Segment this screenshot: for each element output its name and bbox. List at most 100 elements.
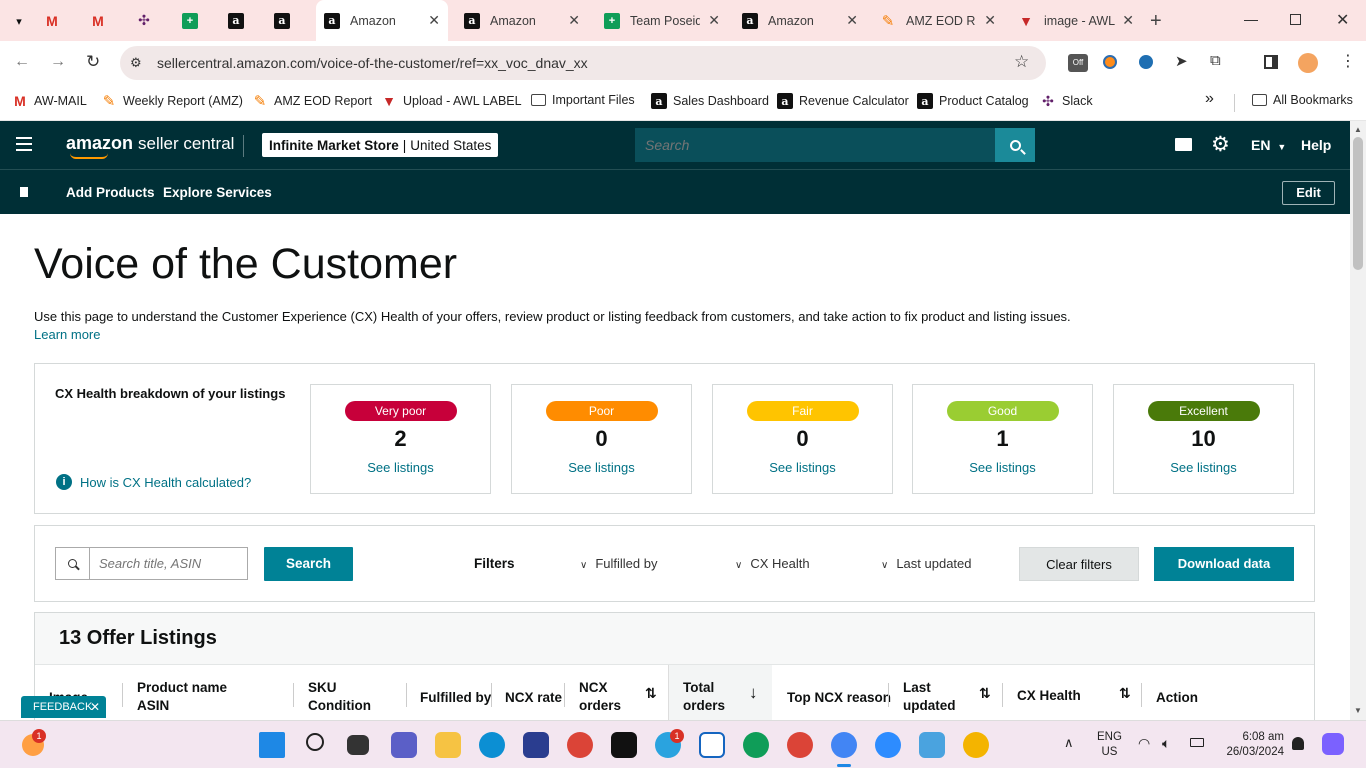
input-language[interactable]: ENG US bbox=[1097, 730, 1122, 760]
close-tab-icon[interactable]: ✕ bbox=[846, 12, 858, 29]
edit-nav-button[interactable]: Edit bbox=[1282, 181, 1335, 205]
extensions-puzzle-icon[interactable]: ⧉ bbox=[1210, 52, 1221, 69]
extension-arrow-icon[interactable]: ➤ bbox=[1175, 52, 1188, 70]
minimize-icon[interactable] bbox=[1244, 20, 1258, 21]
filter-cx-health[interactable]: ∨ CX Health bbox=[735, 556, 810, 571]
close-tab-icon[interactable]: ✕ bbox=[1122, 12, 1134, 29]
profile-avatar[interactable] bbox=[1298, 53, 1318, 73]
wifi-icon[interactable]: ◠ bbox=[1138, 735, 1150, 752]
tab-amazon-1[interactable]: a bbox=[228, 0, 264, 41]
feedback-button[interactable]: FEEDBACK ✕ bbox=[21, 696, 106, 718]
battery-icon[interactable] bbox=[1190, 738, 1204, 747]
close-icon[interactable]: ✕ bbox=[90, 696, 100, 718]
omnibox[interactable]: ⚙ sellercentral.amazon.com/voice-of-the-… bbox=[120, 46, 1046, 80]
tab-search-chevron-icon[interactable]: ▾ bbox=[8, 10, 30, 32]
store-switcher[interactable]: Infinite Market Store | United States bbox=[262, 133, 499, 157]
page-scrollbar[interactable]: ▲ ▼ bbox=[1350, 121, 1366, 720]
listing-search-button[interactable]: Search bbox=[264, 547, 353, 581]
volume-icon[interactable]: 🔈︎ bbox=[1162, 735, 1170, 752]
close-tab-icon[interactable]: ✕ bbox=[708, 12, 720, 29]
cx-card-fair[interactable]: Fair 0 See listings bbox=[712, 384, 893, 494]
extension-compass-icon[interactable] bbox=[1139, 55, 1153, 69]
download-data-button[interactable]: Download data bbox=[1154, 547, 1294, 581]
seller-central-logo[interactable]: amazon seller central bbox=[66, 133, 234, 159]
tab-amazon-4[interactable]: a Amazon ✕ bbox=[734, 0, 866, 41]
filter-fulfilled-by[interactable]: ∨ Fulfilled by bbox=[580, 556, 657, 571]
tab-amz-eod[interactable]: ✎ AMZ EOD Re ✕ bbox=[872, 0, 1004, 41]
listing-search-input[interactable] bbox=[91, 548, 246, 579]
listing-search-box[interactable] bbox=[55, 547, 248, 580]
cx-card-very-poor[interactable]: Very poor 2 See listings bbox=[310, 384, 491, 494]
tab-sheets[interactable]: + bbox=[182, 0, 218, 41]
app-v-icon[interactable] bbox=[611, 732, 637, 758]
cx-card-good[interactable]: Good 1 See listings bbox=[912, 384, 1093, 494]
chrome-icon[interactable] bbox=[567, 732, 593, 758]
col-cx-health[interactable]: CX Health bbox=[1017, 687, 1081, 705]
reload-icon[interactable]: ↻ bbox=[86, 52, 100, 72]
forward-icon[interactable]: → bbox=[50, 53, 66, 71]
tab-amazon-active[interactable]: a Amazon ✕ bbox=[316, 0, 448, 41]
edge-icon[interactable] bbox=[479, 732, 505, 758]
cx-card-poor[interactable]: Poor 0 See listings bbox=[511, 384, 692, 494]
subnav-explore-services[interactable]: Explore Services bbox=[163, 185, 272, 200]
chrome-profile-active-icon[interactable] bbox=[831, 732, 857, 758]
taskbar-search-icon[interactable] bbox=[306, 733, 324, 751]
back-icon[interactable]: ← bbox=[14, 53, 30, 71]
scroll-down-arrow-icon[interactable]: ▼ bbox=[1354, 706, 1362, 715]
site-settings-icon[interactable]: ⚙ bbox=[130, 55, 142, 71]
subnav-add-products[interactable]: Add Products bbox=[66, 185, 155, 200]
tab-gmail-2[interactable]: M bbox=[90, 0, 126, 41]
help-link[interactable]: Help bbox=[1301, 137, 1331, 153]
learn-more-link[interactable]: Learn more bbox=[34, 327, 100, 342]
bookmark-sales-dashboard[interactable]: a Sales Dashboard bbox=[651, 93, 769, 109]
close-tab-icon[interactable]: ✕ bbox=[568, 12, 580, 29]
url-text[interactable]: sellercentral.amazon.com/voice-of-the-cu… bbox=[157, 55, 588, 71]
col-last-updated[interactable]: Last updated bbox=[903, 679, 956, 715]
clock[interactable]: 6:08 am 26/03/2024 bbox=[1222, 730, 1284, 760]
extension-off-icon[interactable]: Off bbox=[1068, 54, 1088, 72]
col-total-orders[interactable]: Total orders bbox=[683, 679, 725, 715]
start-windows-icon[interactable] bbox=[259, 732, 285, 758]
bookmark-star-icon[interactable]: ☆ bbox=[1014, 52, 1029, 72]
app-r-icon[interactable] bbox=[699, 732, 725, 758]
bookmark-aw-mail[interactable]: M AW-MAIL bbox=[12, 93, 87, 109]
chrome-profile-2-icon[interactable] bbox=[787, 732, 813, 758]
see-listings-link[interactable]: See listings bbox=[311, 460, 490, 475]
mail-icon[interactable] bbox=[1175, 138, 1192, 151]
all-bookmarks[interactable]: All Bookmarks bbox=[1252, 93, 1353, 107]
see-listings-link[interactable]: See listings bbox=[512, 460, 691, 475]
clear-filters-button[interactable]: Clear filters bbox=[1019, 547, 1139, 581]
teams-icon[interactable] bbox=[391, 732, 417, 758]
notification-bell-icon[interactable] bbox=[1292, 737, 1304, 750]
see-listings-link[interactable]: See listings bbox=[713, 460, 892, 475]
tab-slack[interactable]: ✣ bbox=[136, 0, 172, 41]
chrome-profile-1-icon[interactable] bbox=[743, 732, 769, 758]
tab-gmail-1[interactable]: M bbox=[44, 0, 80, 41]
scroll-up-arrow-icon[interactable]: ▲ bbox=[1354, 125, 1362, 134]
notepad-icon[interactable] bbox=[919, 732, 945, 758]
show-hidden-icons-chevron[interactable]: ∧ bbox=[1064, 735, 1074, 751]
bookmark-upload-awl[interactable]: ▼ Upload - AWL LABEL bbox=[381, 93, 522, 109]
sort-icon[interactable]: ⇅ bbox=[645, 685, 657, 702]
copilot-icon[interactable] bbox=[1322, 733, 1344, 755]
file-explorer-icon[interactable] bbox=[435, 732, 461, 758]
bookmark-product-catalog[interactable]: a Product Catalog bbox=[917, 93, 1029, 109]
scrollbar-thumb[interactable] bbox=[1353, 137, 1363, 270]
tab-amazon-3[interactable]: a Amazon ✕ bbox=[456, 0, 588, 41]
extension-orb-icon[interactable] bbox=[1103, 55, 1117, 69]
how-calculated-link[interactable]: i How is CX Health calculated? bbox=[56, 474, 251, 490]
tab-amazon-2[interactable]: a bbox=[274, 0, 310, 41]
sort-icon[interactable]: ⇅ bbox=[979, 685, 991, 702]
bookmark-amz-eod[interactable]: ✎ AMZ EOD Report bbox=[252, 93, 372, 110]
col-ncx-orders[interactable]: NCX orders bbox=[579, 679, 621, 715]
see-listings-link[interactable]: See listings bbox=[913, 460, 1092, 475]
bookmark-icon[interactable] bbox=[20, 187, 28, 197]
sort-icon[interactable]: ⇅ bbox=[1119, 685, 1131, 702]
tab-team-poseidon[interactable]: + Team Poseid ✕ bbox=[596, 0, 728, 41]
cx-card-excellent[interactable]: Excellent 10 See listings bbox=[1113, 384, 1294, 494]
global-search[interactable] bbox=[635, 128, 1035, 162]
bookmarks-overflow[interactable]: » bbox=[1205, 90, 1214, 108]
zoom-icon[interactable] bbox=[875, 732, 901, 758]
restore-icon[interactable] bbox=[1290, 14, 1301, 25]
search-button[interactable] bbox=[995, 128, 1035, 162]
